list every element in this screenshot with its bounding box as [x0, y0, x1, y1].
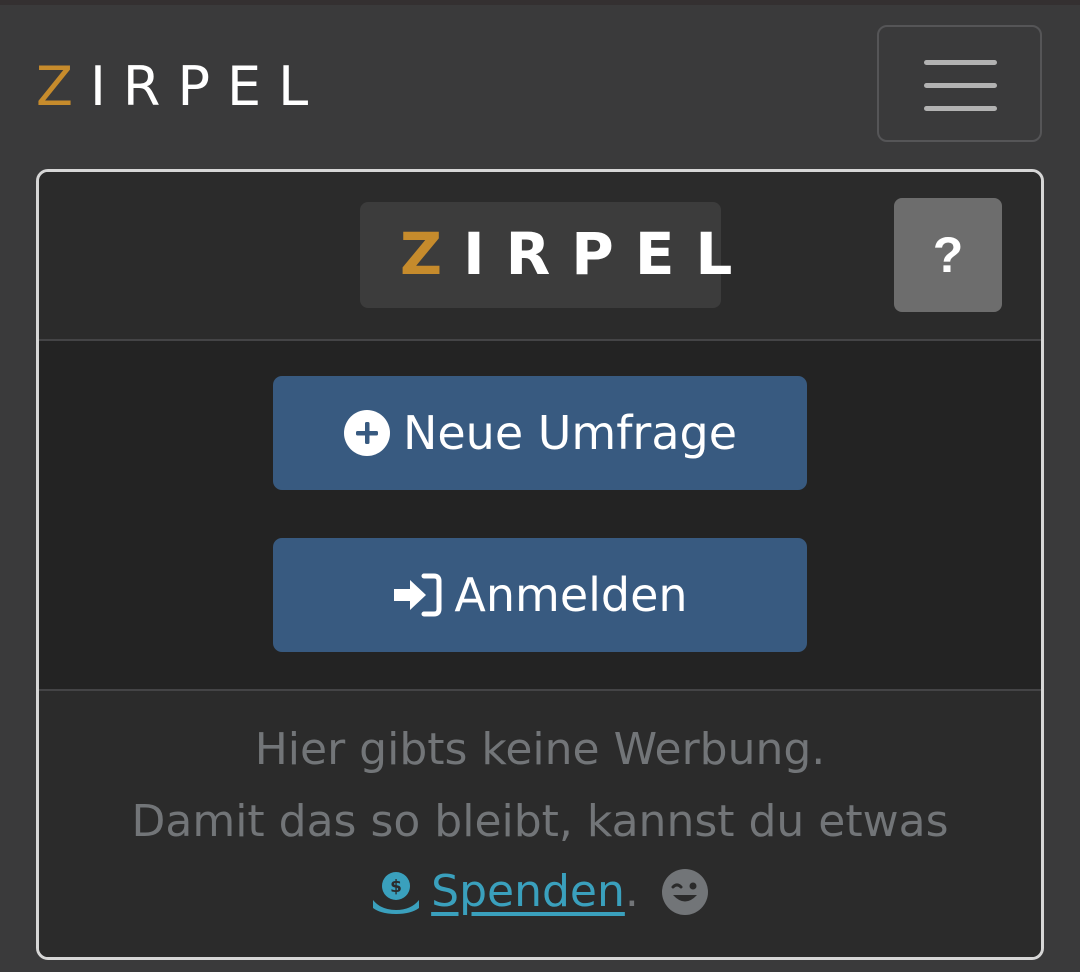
login-label: Anmelden	[454, 568, 688, 622]
login-button[interactable]: Anmelden	[273, 538, 807, 652]
hamburger-menu-icon	[924, 57, 997, 113]
plus-circle-icon	[343, 410, 390, 456]
svg-text:$: $	[390, 877, 402, 897]
card-footer: Hier gibts keine Werbung. Damit das so b…	[39, 691, 1041, 957]
brand-logo[interactable]: ZIRPEL	[36, 57, 325, 117]
brand-z: Z	[36, 55, 90, 118]
card-body: Neue Umfrage Anmelden	[39, 341, 1041, 691]
help-button[interactable]: ?	[894, 198, 1002, 312]
wink-emoji-icon	[661, 869, 708, 915]
brand-rest: IRPEL	[90, 55, 326, 118]
donate-link[interactable]: $ Spenden	[371, 867, 625, 917]
main-card: ZIRPEL ? Neue Umfrage Anmelden Hier gibt…	[36, 169, 1044, 960]
donate-line: $ Spenden .	[39, 867, 1041, 917]
logo-rest: IRPEL	[463, 220, 754, 288]
navbar: ZIRPEL	[0, 5, 1080, 167]
card-header: ZIRPEL ?	[39, 172, 1041, 341]
period: .	[624, 866, 639, 917]
new-poll-button[interactable]: Neue Umfrage	[273, 376, 807, 490]
logo-z: Z	[400, 220, 464, 288]
menu-toggle-button[interactable]	[877, 25, 1042, 142]
donate-prompt-text: Damit das so bleibt, kannst du etwas	[131, 796, 949, 847]
sign-in-icon	[394, 573, 442, 617]
donate-label: Spenden	[431, 866, 625, 917]
zirpel-logo: ZIRPEL	[360, 202, 732, 308]
hand-holding-dollar-icon: $	[373, 872, 420, 914]
new-poll-label: Neue Umfrage	[402, 406, 738, 460]
no-ads-text: Hier gibts keine Werbung.	[254, 724, 826, 775]
